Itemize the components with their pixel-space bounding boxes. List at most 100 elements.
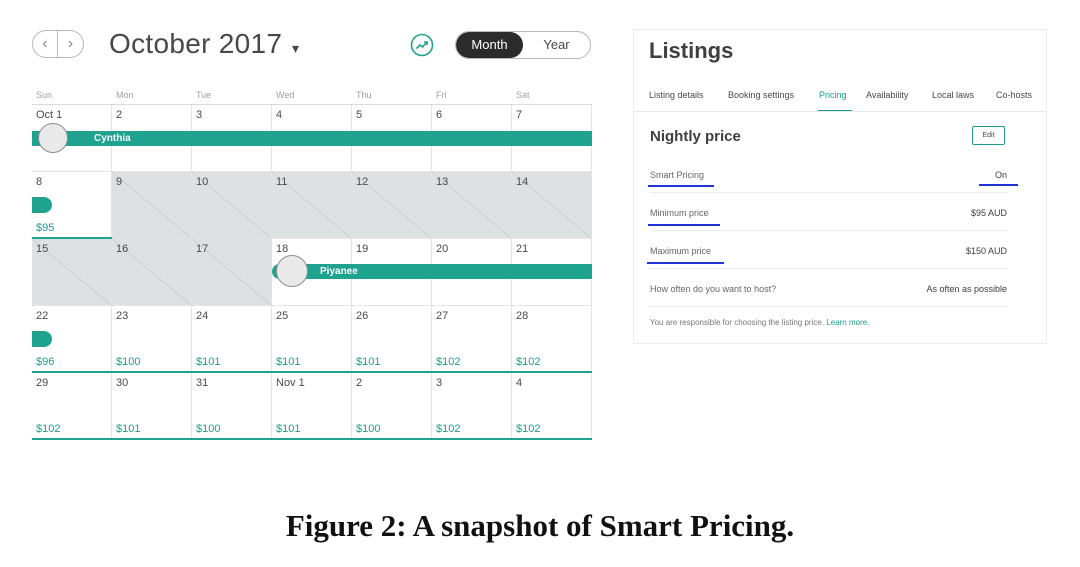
tab-local-laws[interactable]: Local laws [932,90,974,100]
divider [650,268,1007,269]
day-cell[interactable]: 25 $101 [272,306,352,373]
nightly-price: $100 [116,356,141,368]
day-cell[interactable]: 29 $102 [32,373,112,440]
calendar-grid: Oct 1 2 3 4 5 6 7 8 $95 9 10 11 12 13 14 … [32,104,592,440]
guest-avatar[interactable] [276,255,308,287]
figure-caption: Figure 2: A snapshot of Smart Pricing. [285,508,795,543]
divider [650,192,1007,193]
setting-value: On [994,170,1007,180]
nightly-price: $102 [36,423,61,435]
blocked-day-cell[interactable]: 10 [192,172,272,239]
tab-pricing[interactable]: Pricing [819,90,847,100]
day-cell[interactable]: 28 $102 [512,306,592,373]
listings-panel: Listings Listing details Booking setting… [633,29,1047,344]
day-cell[interactable]: 27 $102 [432,306,512,373]
divider [650,230,1007,231]
blocked-day-cell[interactable]: 15 [32,239,112,306]
setting-value: $95 AUD [970,208,1007,218]
reservation-bar[interactable]: Piyanee [272,264,592,279]
day-number: 26 [356,310,369,322]
footnote: You are responsible for choosing the lis… [650,318,869,327]
day-number: 29 [36,377,49,389]
pricing-calendar: ‹ › October 2017 ▾ Month Year Sun Mon Tu… [32,28,592,440]
guest-avatar[interactable] [38,123,68,153]
tab-co-hosts[interactable]: Co-hosts [996,90,1032,100]
day-cell[interactable]: 2 $100 [352,373,432,440]
blocked-day-cell[interactable]: 16 [112,239,192,306]
day-cell[interactable]: 30 $101 [112,373,192,440]
nightly-price: $100 [196,423,221,435]
setting-label: How often do you want to host? [650,284,777,294]
blocked-day-cell[interactable]: 14 [512,172,592,239]
setting-label: Smart Pricing [650,170,705,180]
blocked-day-cell[interactable]: 17 [192,239,272,306]
tab-booking-settings[interactable]: Booking settings [728,90,794,100]
weekday-label: Wed [276,90,295,100]
edit-button[interactable]: Edit [972,126,1005,145]
month-view-button[interactable]: Month [456,32,523,58]
day-number: 7 [516,109,523,121]
day-number: 27 [436,310,449,322]
tab-listing-details[interactable]: Listing details [649,90,704,100]
weekday-label: Sun [36,90,53,100]
day-cell[interactable]: Nov 1 $101 [272,373,352,440]
day-number: 19 [356,243,369,255]
tab-availability[interactable]: Availability [866,90,908,100]
day-number: 28 [516,310,529,322]
setting-row-hosting-frequency[interactable]: How often do you want to host? As often … [650,284,1007,304]
prev-month-button[interactable]: ‹ [32,30,58,58]
weekday-label: Sat [516,90,530,100]
chevron-right-icon: › [67,35,74,52]
day-number: 2 [356,377,363,389]
guest-name: Piyanee [320,266,358,277]
trend-icon[interactable] [410,33,434,57]
day-cell[interactable]: 4 $102 [512,373,592,440]
weekday-header: Sun Mon Tue Wed Thu Fri Sat [32,90,592,104]
day-cell[interactable]: 23 $100 [112,306,192,373]
day-number: 11 [276,176,288,188]
year-view-button[interactable]: Year [523,32,590,58]
calendar-header: ‹ › October 2017 ▾ Month Year [32,28,592,64]
available-underline [32,371,592,373]
guest-name: Cynthia [94,133,131,144]
day-cell[interactable]: 31 $100 [192,373,272,440]
day-number: 13 [436,176,449,188]
learn-more-link[interactable]: Learn more. [826,318,869,327]
day-number: 14 [516,176,529,188]
day-cell[interactable]: 26 $101 [352,306,432,373]
nightly-price: $101 [276,423,301,435]
month-dropdown-icon[interactable]: ▾ [292,40,299,57]
checkout-stub[interactable] [32,331,52,347]
day-number: 2 [116,109,123,121]
nightly-price: $101 [196,356,221,368]
available-underline [32,438,592,440]
reservation-bar[interactable]: Cynthia [32,131,592,146]
day-number: 17 [196,243,209,255]
footnote-text: You are responsible for choosing the lis… [650,318,825,327]
day-number: 24 [196,310,209,322]
day-number: 22 [36,310,49,322]
nightly-price: $95 [36,222,55,234]
weekday-label: Thu [356,90,372,100]
setting-value: As often as possible [926,284,1007,294]
checkout-stub[interactable] [32,197,52,213]
day-number: 4 [276,109,283,121]
next-month-button[interactable]: › [58,30,84,58]
day-number: 4 [516,377,523,389]
day-cell[interactable]: 3 $102 [432,373,512,440]
nightly-price: $96 [36,356,55,368]
setting-row-smart-pricing[interactable]: Smart Pricing On [650,170,1007,190]
listing-tabs: Listing details Booking settings Pricing… [634,90,1046,110]
blocked-day-cell[interactable]: 11 [272,172,352,239]
day-cell[interactable]: 24 $101 [192,306,272,373]
setting-label: Maximum price [650,246,712,256]
nightly-price: $102 [516,423,541,435]
month-title[interactable]: October 2017 [109,28,282,60]
blocked-day-cell[interactable]: 12 [352,172,432,239]
blocked-day-cell[interactable]: 9 [112,172,192,239]
day-number: 6 [436,109,443,121]
blocked-day-cell[interactable]: 13 [432,172,512,239]
nightly-price: $102 [516,356,541,368]
highlight-underline [647,262,724,264]
nightly-price: $101 [276,356,301,368]
